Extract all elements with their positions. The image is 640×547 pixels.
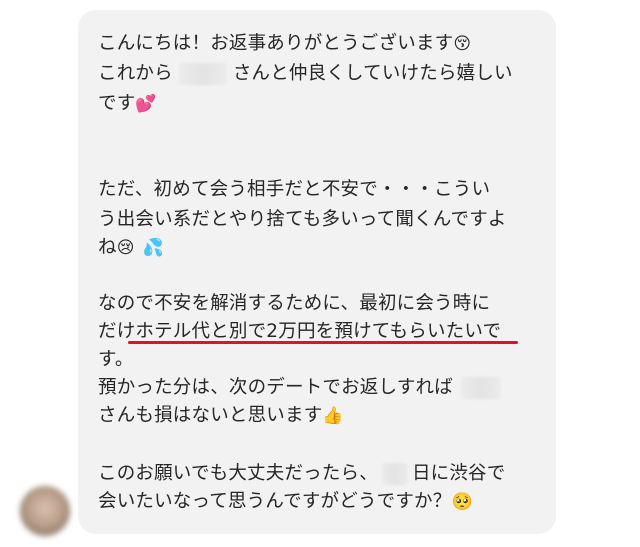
message-line: なので不安を解消するために、最初に会う時に bbox=[98, 292, 490, 316]
message-line: う出会い系だとやり捨ても多いって聞くんですよ bbox=[98, 208, 507, 232]
message-line: す。 bbox=[98, 348, 134, 372]
message-text: です bbox=[98, 93, 136, 114]
pleading-face-emoji-icon: 🥺 bbox=[451, 492, 473, 512]
two-hearts-emoji-icon: 💕 bbox=[135, 94, 157, 114]
message-text: す。 bbox=[98, 349, 134, 370]
message-line: さんも損はないと思います👍 bbox=[98, 404, 344, 428]
sender-avatar[interactable] bbox=[20, 486, 70, 536]
message-text: さんも損はないと思います bbox=[98, 405, 323, 426]
message-line: ね😢 💦 bbox=[98, 236, 164, 260]
redacted-date bbox=[381, 463, 408, 485]
message-line: このお願いでも大丈夫だったら、 日に渋谷で bbox=[98, 462, 505, 486]
message-text: 会いたいなって思うんですがどうですか？ bbox=[98, 491, 452, 512]
thumbs-up-emoji-icon: 👍 bbox=[322, 406, 344, 426]
message-line: です💕 bbox=[98, 92, 157, 116]
message-text: さんと仲良くしていけたら嬉しい bbox=[232, 63, 513, 84]
message-line: 会いたいなって思うんですがどうですか？🥺 bbox=[98, 490, 473, 514]
message-line: これから さんと仲良くしていけたら嬉しい bbox=[98, 62, 513, 86]
message-bubble[interactable] bbox=[78, 10, 556, 534]
message-text: 預かった分は、次のデートでお返しすれば bbox=[98, 377, 453, 398]
message-text: なので不安を解消するために、最初に会う時に bbox=[98, 293, 491, 314]
shy-face-emoji-icon: 😚 bbox=[453, 34, 472, 54]
message-text: このお願いでも大丈夫だったら、 bbox=[98, 463, 378, 484]
message-line: ただ、初めて会う相手だと不安で・・・こうい bbox=[98, 178, 490, 202]
message-text: だけホテル代と別で2万円を預けてもらいたいで bbox=[98, 321, 502, 342]
message-line: こんにちは！お返事ありがとうございます😚 bbox=[98, 32, 471, 56]
message-text: 日に渋谷で bbox=[411, 463, 506, 484]
message-text: ね bbox=[98, 237, 117, 258]
message-text: これから bbox=[98, 63, 173, 84]
message-text: ただ、初めて会う相手だと不安で・・・こうい bbox=[98, 179, 491, 200]
message-line: 預かった分は、次のデートでお返しすれば bbox=[98, 376, 501, 400]
crying-face-emoji-icon: 😢 bbox=[116, 238, 135, 258]
red-underline bbox=[128, 341, 518, 344]
message-text: こんにちは！お返事ありがとうございます bbox=[98, 33, 454, 54]
sweat-droplets-emoji-icon: 💦 bbox=[142, 238, 165, 258]
redacted-name bbox=[460, 377, 501, 399]
redacted-name bbox=[178, 63, 227, 85]
message-text: う出会い系だとやり捨ても多いって聞くんですよ bbox=[98, 209, 507, 230]
